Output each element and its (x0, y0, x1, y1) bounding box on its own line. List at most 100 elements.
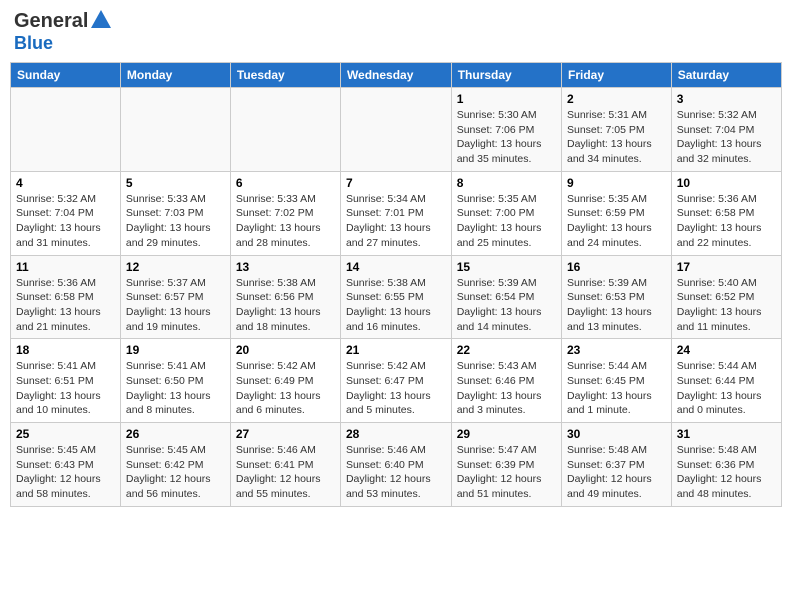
day-number: 2 (567, 92, 666, 106)
calendar-cell: 13 Sunrise: 5:38 AM Sunset: 6:56 PM Dayli… (230, 255, 340, 339)
day-info: Sunrise: 5:33 AM Sunset: 7:02 PM Dayligh… (236, 192, 335, 251)
logo-text-general: General (14, 10, 88, 33)
day-info: Sunrise: 5:40 AM Sunset: 6:52 PM Dayligh… (677, 276, 776, 335)
calendar-cell: 5Sunrise: 5:33 AM Sunset: 7:03 PM Daylig… (120, 171, 230, 255)
calendar-cell: 9Sunrise: 5:35 AM Sunset: 6:59 PM Daylig… (562, 171, 672, 255)
day-info: Sunrise: 5:44 AM Sunset: 6:44 PM Dayligh… (677, 359, 776, 418)
day-info: Sunrise: 5:39 AM Sunset: 6:54 PM Dayligh… (457, 276, 556, 335)
day-number: 15 (457, 260, 556, 274)
calendar-week-3: 11Sunrise: 5:36 AM Sunset: 6:58 PM Dayli… (11, 255, 782, 339)
day-number: 30 (567, 427, 666, 441)
day-number: 11 (16, 260, 115, 274)
calendar-cell: 23Sunrise: 5:44 AM Sunset: 6:45 PM Dayli… (562, 339, 672, 423)
day-number: 3 (677, 92, 776, 106)
calendar-cell: 8Sunrise: 5:35 AM Sunset: 7:00 PM Daylig… (451, 171, 561, 255)
calendar-cell: 12 Sunrise: 5:37 AM Sunset: 6:57 PM Dayli… (120, 255, 230, 339)
header-friday: Friday (562, 63, 672, 88)
day-number: 21 (346, 343, 446, 357)
day-info: Sunrise: 5:46 AM Sunset: 6:41 PM Dayligh… (236, 443, 335, 502)
day-number: 22 (457, 343, 556, 357)
calendar-cell: 18Sunrise: 5:41 AM Sunset: 6:51 PM Dayli… (11, 339, 121, 423)
calendar-cell: 26Sunrise: 5:45 AM Sunset: 6:42 PM Dayli… (120, 423, 230, 507)
calendar-cell: 16 Sunrise: 5:39 AM Sunset: 6:53 PM Dayli… (562, 255, 672, 339)
calendar-cell: 29Sunrise: 5:47 AM Sunset: 6:39 PM Dayli… (451, 423, 561, 507)
logo: General Blue (14, 10, 111, 54)
day-number: 24 (677, 343, 776, 357)
day-info: Sunrise: 5:48 AM Sunset: 6:36 PM Dayligh… (677, 443, 776, 502)
day-number: 25 (16, 427, 115, 441)
page-header: General Blue (10, 10, 782, 54)
calendar-body: 1Sunrise: 5:30 AM Sunset: 7:06 PM Daylig… (11, 88, 782, 507)
day-info: Sunrise: 5:48 AM Sunset: 6:37 PM Dayligh… (567, 443, 666, 502)
day-number: 18 (16, 343, 115, 357)
calendar-cell (11, 88, 121, 172)
day-info: Sunrise: 5:45 AM Sunset: 6:42 PM Dayligh… (126, 443, 225, 502)
calendar-week-4: 18Sunrise: 5:41 AM Sunset: 6:51 PM Dayli… (11, 339, 782, 423)
calendar-cell: 10 Sunrise: 5:36 AM Sunset: 6:58 PM Dayli… (671, 171, 781, 255)
day-info: Sunrise: 5:32 AM Sunset: 7:04 PM Dayligh… (677, 108, 776, 167)
day-number: 20 (236, 343, 335, 357)
calendar-cell: 31Sunrise: 5:48 AM Sunset: 6:36 PM Dayli… (671, 423, 781, 507)
calendar-cell: 22 Sunrise: 5:43 AM Sunset: 6:46 PM Dayli… (451, 339, 561, 423)
day-info: Sunrise: 5:42 AM Sunset: 6:49 PM Dayligh… (236, 359, 335, 418)
day-number: 14 (346, 260, 446, 274)
day-info: Sunrise: 5:37 AM Sunset: 6:57 PM Dayligh… (126, 276, 225, 335)
day-info: Sunrise: 5:42 AM Sunset: 6:47 PM Dayligh… (346, 359, 446, 418)
calendar-cell (340, 88, 451, 172)
day-number: 7 (346, 176, 446, 190)
day-number: 13 (236, 260, 335, 274)
day-info: Sunrise: 5:45 AM Sunset: 6:43 PM Dayligh… (16, 443, 115, 502)
calendar-cell: 17 Sunrise: 5:40 AM Sunset: 6:52 PM Dayli… (671, 255, 781, 339)
calendar-cell: 6Sunrise: 5:33 AM Sunset: 7:02 PM Daylig… (230, 171, 340, 255)
day-info: Sunrise: 5:44 AM Sunset: 6:45 PM Dayligh… (567, 359, 666, 418)
header-wednesday: Wednesday (340, 63, 451, 88)
calendar-cell: 30 Sunrise: 5:48 AM Sunset: 6:37 PM Dayli… (562, 423, 672, 507)
day-info: Sunrise: 5:46 AM Sunset: 6:40 PM Dayligh… (346, 443, 446, 502)
calendar-week-2: 4 Sunrise: 5:32 AM Sunset: 7:04 PM Daylig… (11, 171, 782, 255)
day-number: 19 (126, 343, 225, 357)
calendar-cell: 27 Sunrise: 5:46 AM Sunset: 6:41 PM Dayli… (230, 423, 340, 507)
day-info: Sunrise: 5:30 AM Sunset: 7:06 PM Dayligh… (457, 108, 556, 167)
day-number: 16 (567, 260, 666, 274)
day-number: 10 (677, 176, 776, 190)
header-tuesday: Tuesday (230, 63, 340, 88)
calendar-cell (120, 88, 230, 172)
day-info: Sunrise: 5:47 AM Sunset: 6:39 PM Dayligh… (457, 443, 556, 502)
calendar-week-5: 25 Sunrise: 5:45 AM Sunset: 6:43 PM Dayli… (11, 423, 782, 507)
day-info: Sunrise: 5:36 AM Sunset: 6:58 PM Dayligh… (677, 192, 776, 251)
header-thursday: Thursday (451, 63, 561, 88)
day-number: 28 (346, 427, 446, 441)
calendar-cell: 7 Sunrise: 5:34 AM Sunset: 7:01 PM Daylig… (340, 171, 451, 255)
day-number: 4 (16, 176, 115, 190)
calendar-header-row: SundayMondayTuesdayWednesdayThursdayFrid… (11, 63, 782, 88)
calendar-cell: 4 Sunrise: 5:32 AM Sunset: 7:04 PM Daylig… (11, 171, 121, 255)
day-info: Sunrise: 5:34 AM Sunset: 7:01 PM Dayligh… (346, 192, 446, 251)
day-info: Sunrise: 5:39 AM Sunset: 6:53 PM Dayligh… (567, 276, 666, 335)
calendar-cell: 28 Sunrise: 5:46 AM Sunset: 6:40 PM Dayli… (340, 423, 451, 507)
day-number: 8 (457, 176, 556, 190)
calendar-cell: 3 Sunrise: 5:32 AM Sunset: 7:04 PM Daylig… (671, 88, 781, 172)
header-sunday: Sunday (11, 63, 121, 88)
day-info: Sunrise: 5:35 AM Sunset: 6:59 PM Dayligh… (567, 192, 666, 251)
calendar-cell: 25 Sunrise: 5:45 AM Sunset: 6:43 PM Dayli… (11, 423, 121, 507)
calendar-cell: 14 Sunrise: 5:38 AM Sunset: 6:55 PM Dayli… (340, 255, 451, 339)
day-info: Sunrise: 5:38 AM Sunset: 6:55 PM Dayligh… (346, 276, 446, 335)
calendar-cell: 1Sunrise: 5:30 AM Sunset: 7:06 PM Daylig… (451, 88, 561, 172)
header-monday: Monday (120, 63, 230, 88)
calendar-cell: 15 Sunrise: 5:39 AM Sunset: 6:54 PM Dayli… (451, 255, 561, 339)
day-info: Sunrise: 5:41 AM Sunset: 6:50 PM Dayligh… (126, 359, 225, 418)
day-info: Sunrise: 5:31 AM Sunset: 7:05 PM Dayligh… (567, 108, 666, 167)
calendar-cell: 2 Sunrise: 5:31 AM Sunset: 7:05 PM Daylig… (562, 88, 672, 172)
calendar-cell: 21 Sunrise: 5:42 AM Sunset: 6:47 PM Dayli… (340, 339, 451, 423)
calendar-week-1: 1Sunrise: 5:30 AM Sunset: 7:06 PM Daylig… (11, 88, 782, 172)
day-info: Sunrise: 5:43 AM Sunset: 6:46 PM Dayligh… (457, 359, 556, 418)
day-info: Sunrise: 5:38 AM Sunset: 6:56 PM Dayligh… (236, 276, 335, 335)
day-info: Sunrise: 5:32 AM Sunset: 7:04 PM Dayligh… (16, 192, 115, 251)
day-number: 12 (126, 260, 225, 274)
calendar-cell: 20 Sunrise: 5:42 AM Sunset: 6:49 PM Dayli… (230, 339, 340, 423)
day-info: Sunrise: 5:33 AM Sunset: 7:03 PM Dayligh… (126, 192, 225, 251)
day-number: 27 (236, 427, 335, 441)
logo-text-blue: Blue (14, 33, 53, 54)
header-saturday: Saturday (671, 63, 781, 88)
day-number: 17 (677, 260, 776, 274)
